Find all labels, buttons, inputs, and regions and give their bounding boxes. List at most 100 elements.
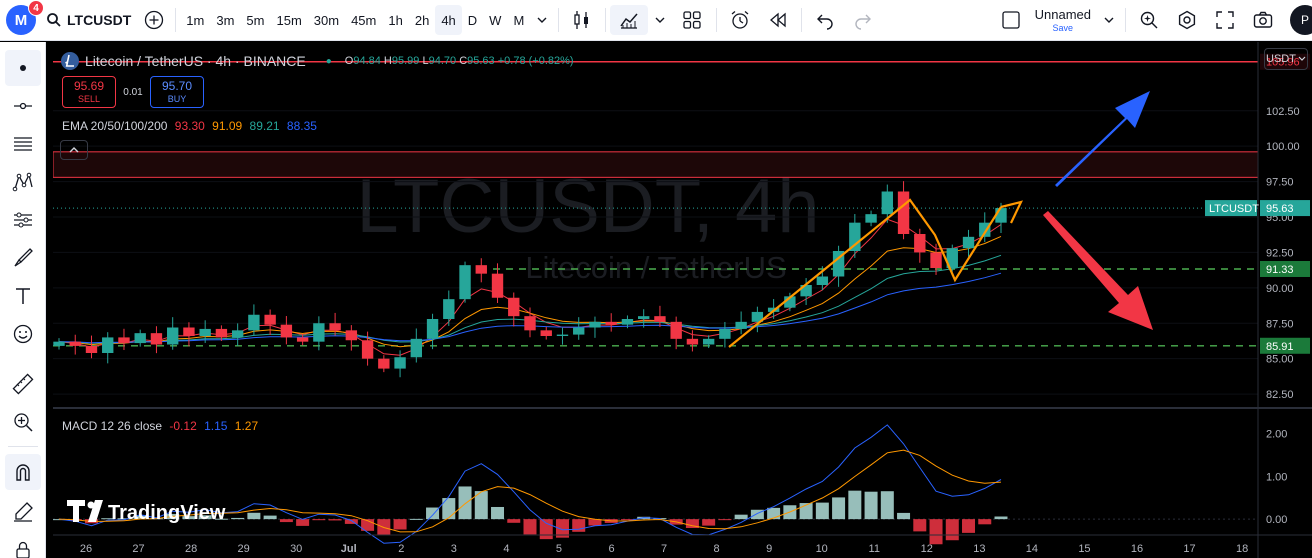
- currency-label: USDT: [1266, 53, 1296, 65]
- buy-button[interactable]: 95.70 BUY: [150, 76, 204, 108]
- horizontal-line-icon: [14, 102, 32, 110]
- undo-button[interactable]: [806, 0, 844, 41]
- sell-button[interactable]: 95.69 SELL: [62, 76, 116, 108]
- chart-pane[interactable]: LTCUSDT, 4h Litecoin / TetherUS 102.50 10…: [53, 42, 1312, 558]
- ema-legend[interactable]: EMA 20/50/100/200 93.30 91.09 89.21 88.3…: [62, 119, 317, 133]
- bearish-arrow: [1043, 211, 1153, 330]
- compare-button[interactable]: [137, 0, 171, 41]
- interval-3m[interactable]: 3m: [210, 0, 240, 41]
- candle-body: [914, 234, 926, 253]
- macd-legend[interactable]: MACD 12 26 close -0.12 1.15 1.27: [62, 419, 258, 433]
- chevron-down-icon: [1298, 56, 1306, 61]
- fullscreen-button[interactable]: [1206, 0, 1244, 41]
- text-tool-button[interactable]: [5, 278, 41, 314]
- ohlc-high: 95.99: [391, 55, 420, 67]
- currency-button[interactable]: USDT: [1264, 48, 1308, 70]
- fib-tool-button[interactable]: [5, 126, 41, 162]
- chart-type-button[interactable]: [563, 0, 601, 41]
- search-sparkle-icon: [1140, 11, 1158, 29]
- candle-body: [215, 328, 228, 338]
- indicators-dropdown-button[interactable]: [648, 0, 672, 41]
- macd-axis-label: 0.00: [1266, 514, 1287, 526]
- candle-body: [719, 328, 731, 339]
- chevron-down-icon: [1104, 17, 1114, 23]
- lock-icon: [16, 541, 30, 558]
- candle-body: [231, 330, 244, 338]
- ohlc-h-label: H: [383, 55, 392, 67]
- symbol-search-button[interactable]: LTCUSDT: [36, 0, 137, 41]
- macd-histogram-bar: [279, 519, 293, 523]
- interval-1m[interactable]: 1m: [180, 0, 210, 41]
- snapshot-button[interactable]: [1244, 0, 1282, 41]
- measure-tool-button[interactable]: [5, 366, 41, 402]
- time-axis-label: Jul: [341, 543, 357, 555]
- time-axis-label: 15: [1078, 543, 1090, 555]
- macd-histogram-bar: [328, 519, 342, 521]
- redo-button[interactable]: [844, 0, 882, 41]
- interval-1h[interactable]: 1h: [382, 0, 408, 41]
- layout-name-label: Unnamed: [1034, 6, 1091, 22]
- buy-price: 95.70: [161, 79, 193, 94]
- user-menu-button[interactable]: M 4: [6, 0, 44, 35]
- collapse-legend-button[interactable]: [60, 140, 88, 160]
- time-axis-label: 17: [1183, 543, 1195, 555]
- indicators-icon: [620, 13, 638, 29]
- trend-line-tool-button[interactable]: [5, 88, 41, 124]
- candle-body: [556, 334, 569, 336]
- ohlc-change: +0.78 (+0.82%): [497, 55, 574, 67]
- layout-dropdown-button[interactable]: [1097, 0, 1121, 41]
- time-axis-label: 7: [661, 543, 667, 555]
- lock-tool-button[interactable]: [5, 532, 41, 558]
- pattern-icon: [12, 172, 33, 192]
- interval-30m[interactable]: 30m: [308, 0, 345, 41]
- magnet-tool-button[interactable]: [5, 454, 41, 490]
- candle-body: [735, 321, 747, 329]
- smiley-icon: [13, 324, 33, 344]
- pattern-tool-button[interactable]: [5, 164, 41, 200]
- interval-D[interactable]: D: [462, 0, 483, 41]
- settings-button[interactable]: [1168, 0, 1206, 41]
- macd-histogram-bar: [929, 519, 943, 545]
- replay-button[interactable]: [759, 0, 797, 41]
- cursor-tool-button[interactable]: [5, 50, 41, 86]
- chevron-up-icon: [69, 147, 79, 153]
- ohlc-values: O94.84 H95.99 L94.70 C95.63 +0.78 (+0.82…: [345, 55, 574, 67]
- alert-button[interactable]: [721, 0, 759, 41]
- litecoin-icon: [61, 52, 79, 70]
- layout-name-button[interactable]: Unnamed Save: [995, 0, 1097, 41]
- macd-signal-value: 1.27: [234, 419, 259, 433]
- interval-5m[interactable]: 5m: [240, 0, 270, 41]
- candle-body: [962, 236, 975, 249]
- ema50-value: 91.09: [212, 119, 243, 133]
- quick-search-button[interactable]: [1130, 0, 1168, 41]
- sell-label: SELL: [77, 93, 101, 104]
- brush-tool-button[interactable]: [5, 240, 41, 276]
- candle-body: [361, 340, 374, 359]
- interval-W[interactable]: W: [483, 0, 507, 41]
- interval-2h[interactable]: 2h: [409, 0, 435, 41]
- interval-15m[interactable]: 15m: [270, 0, 307, 41]
- emoji-tool-button[interactable]: [5, 316, 41, 352]
- drawing-mode-button[interactable]: [5, 494, 41, 530]
- grid-icon: [683, 11, 701, 29]
- interval-M[interactable]: M: [507, 0, 530, 41]
- logo-letter: M: [14, 11, 28, 29]
- interval-dropdown-button[interactable]: [530, 0, 554, 41]
- indicators-button[interactable]: [610, 5, 649, 35]
- interval-4h[interactable]: 4h: [435, 5, 462, 35]
- zoom-tool-button[interactable]: [5, 404, 41, 440]
- macd-pane: [53, 424, 1258, 545]
- macd-axis-label: 2.00: [1266, 428, 1287, 440]
- branding-text: TradingView: [108, 502, 226, 524]
- macd-histogram-bar: [263, 515, 277, 520]
- interval-45m[interactable]: 45m: [345, 0, 382, 41]
- macd-histogram-bar: [312, 519, 326, 521]
- layout-name: Unnamed Save: [1035, 8, 1091, 33]
- prediction-tool-button[interactable]: [5, 202, 41, 238]
- separator: [558, 8, 560, 32]
- time-axis-label: 28: [185, 543, 197, 555]
- avatar[interactable]: P: [1290, 5, 1312, 35]
- macd-histogram-bar: [491, 506, 505, 520]
- templates-button[interactable]: [672, 0, 712, 41]
- candle-body: [53, 341, 65, 346]
